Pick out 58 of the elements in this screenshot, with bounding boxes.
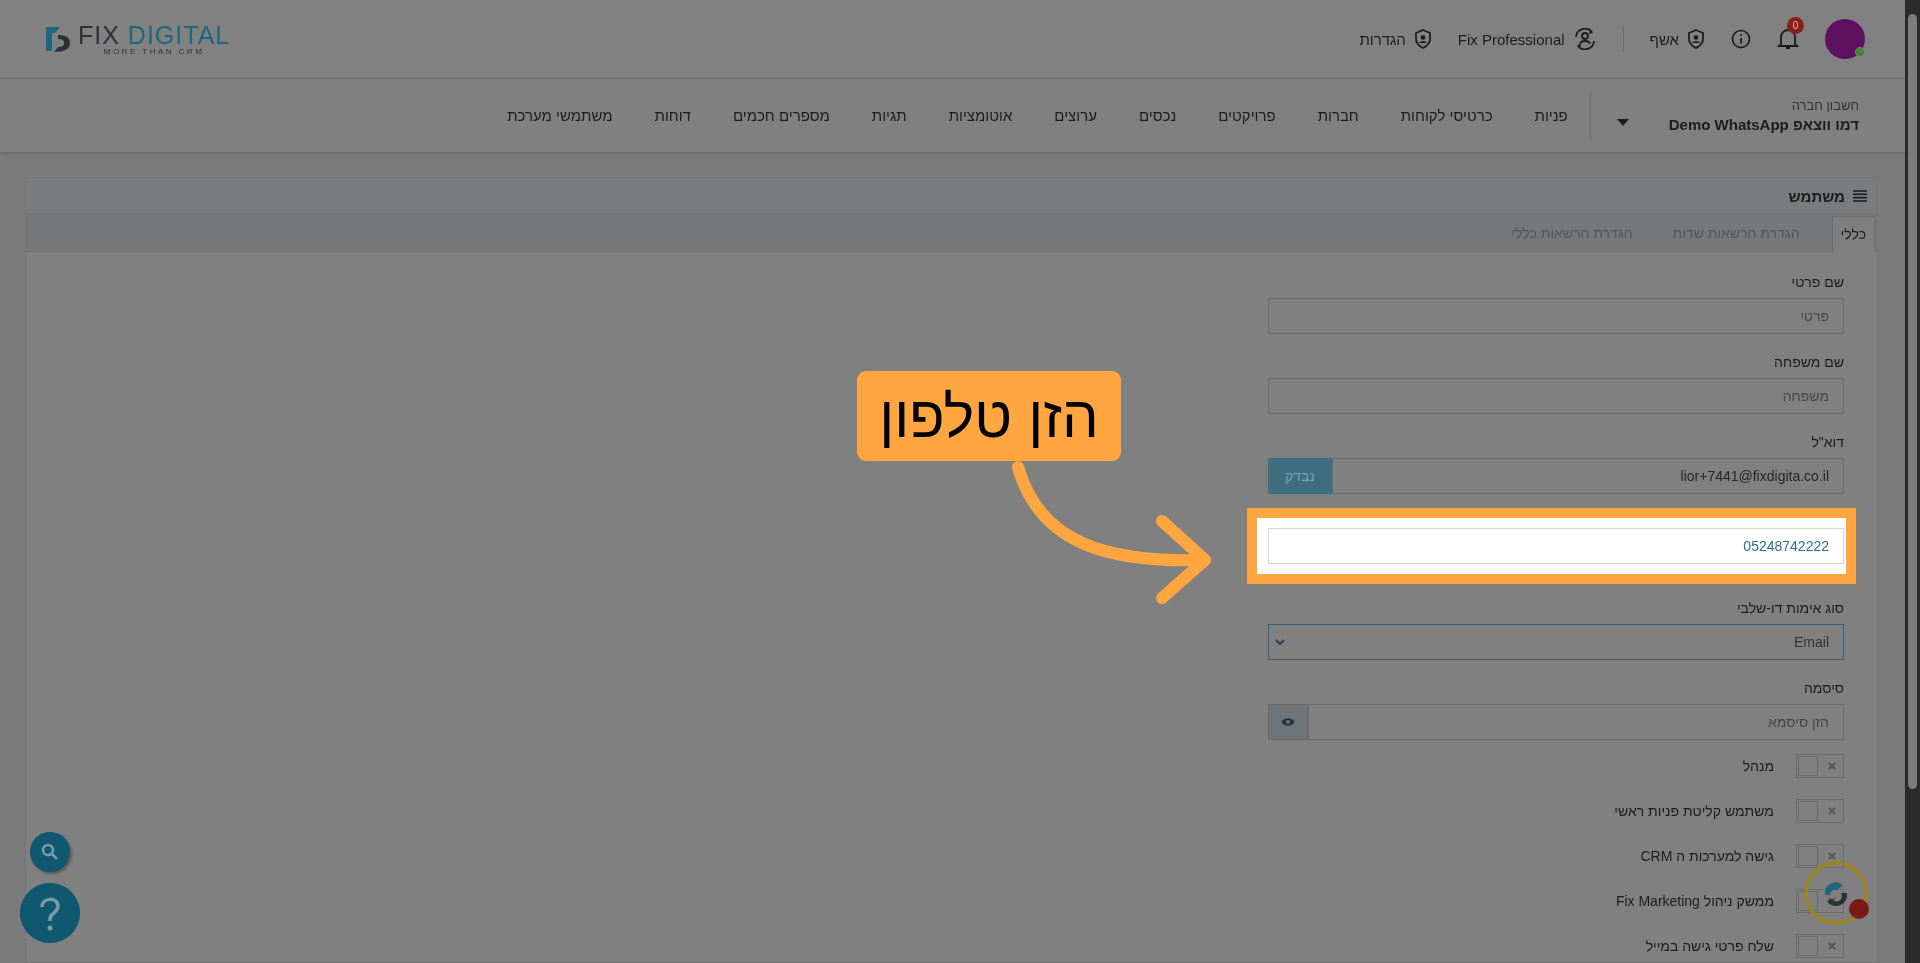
nav-item[interactable]: חברות: [1317, 107, 1359, 124]
toggle-label: ממשק ניהול Fix Marketing: [1615, 893, 1774, 909]
nav-item[interactable]: מספרים חכמים: [732, 107, 830, 124]
x-icon: [1828, 852, 1836, 860]
toggle-label: שלח פרטי גישה במייל: [1645, 938, 1774, 954]
field-label: סוג אימות דו-שלבי: [1735, 599, 1844, 618]
input-field[interactable]: משפחה: [1268, 378, 1844, 414]
input-field[interactable]: lior+7441@fixdigita.co.il: [1332, 458, 1844, 494]
x-icon: [1828, 807, 1836, 815]
header-link[interactable]: Fix Professional: [1457, 28, 1597, 50]
x-icon: [1828, 942, 1836, 950]
password-field[interactable]: הזן סיסמא: [1308, 704, 1844, 740]
account-name[interactable]: דמו ווצאפ Demo WhatsApp: [1668, 116, 1859, 133]
bell-icon[interactable]: [1777, 27, 1799, 51]
toggle-switch[interactable]: [1796, 934, 1844, 958]
logo-icon: [44, 25, 72, 53]
input-field[interactable]: פרטי: [1268, 298, 1844, 334]
input-field[interactable]: 05248742222: [1268, 528, 1844, 564]
field-label: סיסמה: [1802, 679, 1844, 698]
info-icon[interactable]: [1731, 29, 1751, 49]
shield-user-icon: [1413, 29, 1432, 49]
header-link[interactable]: אשף: [1649, 29, 1705, 49]
nav-item[interactable]: ערוצים: [1054, 107, 1097, 124]
toggle-switch[interactable]: [1796, 754, 1844, 778]
brand-tagline: MORE THAN CRM: [103, 46, 205, 56]
toggle-switch[interactable]: [1796, 799, 1844, 823]
toggle-label: גישה למערכות ה CRM: [1640, 848, 1774, 864]
user-avatar[interactable]: [1825, 19, 1865, 59]
nav-item[interactable]: אוטומציות: [948, 107, 1013, 124]
card-title: משתמש: [1788, 187, 1845, 205]
eye-icon: [1281, 717, 1295, 727]
x-icon: [1828, 762, 1836, 770]
toggle-label: מנהל: [1742, 758, 1774, 774]
account-label: חשבון חברה: [1791, 98, 1859, 113]
tab[interactable]: כללי: [1831, 216, 1875, 252]
field-label: שם משפחה: [1773, 353, 1844, 372]
list-icon: [1853, 190, 1867, 202]
nav-item[interactable]: נכסים: [1138, 107, 1177, 124]
shield-user-icon: [1687, 29, 1705, 49]
field-label: שם פרטי: [1790, 273, 1844, 292]
tooltip-callout: הזן טלפון: [857, 371, 1121, 461]
nav-item[interactable]: דוחות: [654, 107, 691, 124]
show-password-button[interactable]: [1268, 704, 1308, 740]
toggle-label: משתמש קליטת פניות ראשי: [1614, 803, 1774, 819]
header-link[interactable]: הגדרות: [1359, 29, 1432, 49]
nav-item[interactable]: פניות: [1534, 107, 1568, 124]
nav-item[interactable]: תגיות: [871, 107, 907, 124]
nav-item[interactable]: משתמשי מערכת: [507, 107, 613, 124]
caret-icon[interactable]: [1616, 119, 1629, 126]
select-field[interactable]: Email: [1268, 624, 1844, 660]
nav-item[interactable]: כרטיסי לקוחות: [1400, 107, 1493, 124]
brand-name: FIX DIGITAL: [78, 22, 231, 47]
notification-badge: 0: [1787, 17, 1804, 34]
toggle-switch[interactable]: [1796, 844, 1844, 868]
nav-item[interactable]: פרויקטים: [1218, 107, 1276, 124]
user-sync-icon: [1572, 28, 1597, 50]
chevron-down-icon: [1275, 638, 1285, 646]
field-label: דוא"ל: [1810, 433, 1844, 452]
